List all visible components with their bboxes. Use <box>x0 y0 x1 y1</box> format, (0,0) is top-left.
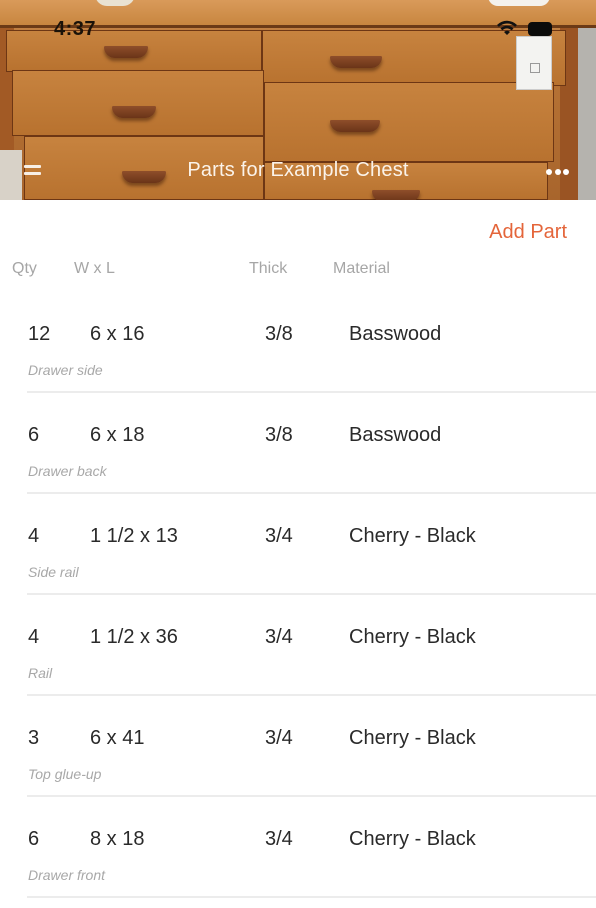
thickness-cell: 3/8 <box>265 424 293 446</box>
column-header-qty: Qty <box>12 260 37 277</box>
qty-cell: 6 <box>28 828 40 850</box>
qty-cell: 4 <box>28 525 40 547</box>
drawer-handle <box>372 190 420 200</box>
status-time: 4:37 <box>54 18 97 40</box>
part-note: Drawer back <box>28 463 107 479</box>
material-cell: Basswood <box>349 424 442 446</box>
thickness-cell: 3/4 <box>265 525 293 547</box>
material-cell: Cherry - Black <box>349 626 476 648</box>
part-note: Rail <box>28 665 53 681</box>
add-part-button[interactable]: Add Part <box>489 221 567 244</box>
drawer-handle <box>330 120 380 132</box>
part-note: Drawer front <box>28 867 106 883</box>
thickness-cell: 3/4 <box>265 828 293 850</box>
drawer <box>12 70 264 136</box>
thickness-cell: 3/4 <box>265 626 293 648</box>
qty-cell: 12 <box>28 323 51 345</box>
price-tag <box>516 36 552 90</box>
table-row[interactable]: 4 1 1/2 x 36 3/4 Cherry - Black Rail <box>27 595 596 696</box>
more-icon[interactable] <box>546 163 576 179</box>
column-header-wl: W x L <box>74 260 115 277</box>
drawer <box>264 82 554 162</box>
dimensions-cell: 1 1/2 x 36 <box>90 626 178 648</box>
material-cell: Cherry - Black <box>349 525 476 547</box>
qty-cell: 6 <box>28 424 40 446</box>
table-row[interactable]: 3 6 x 41 3/4 Cherry - Black Top glue-up <box>27 696 596 797</box>
dimensions-cell: 6 x 41 <box>90 727 145 749</box>
drawer-handle <box>104 46 148 58</box>
thickness-cell: 3/4 <box>265 727 293 749</box>
column-header-material: Material <box>333 260 390 277</box>
dimensions-cell: 1 1/2 x 13 <box>90 525 178 547</box>
column-header-thick: Thick <box>249 260 288 277</box>
table-row[interactable]: 6 8 x 18 3/4 Cherry - Black Drawer front <box>27 797 596 898</box>
wifi-icon <box>497 20 517 35</box>
lamp-decoration <box>488 0 550 6</box>
dimensions-cell: 6 x 18 <box>90 424 145 446</box>
part-note: Drawer side <box>28 362 103 378</box>
table-row[interactable]: 6 6 x 18 3/8 Basswood Drawer back <box>27 393 596 494</box>
drawer-handle <box>330 56 382 68</box>
qty-cell: 4 <box>28 626 40 648</box>
table-row[interactable]: 12 6 x 16 3/8 Basswood Drawer side <box>27 292 596 393</box>
parts-list: 12 6 x 16 3/8 Basswood Drawer side 6 6 x… <box>0 292 596 898</box>
dimensions-cell: 6 x 16 <box>90 323 145 345</box>
battery-icon <box>528 22 552 36</box>
page-title: Parts for Example Chest <box>187 159 409 181</box>
material-cell: Cherry - Black <box>349 727 476 749</box>
part-note: Top glue-up <box>28 766 102 782</box>
part-note: Side rail <box>28 564 79 580</box>
table-row[interactable]: 4 1 1/2 x 13 3/4 Cherry - Black Side rai… <box>27 494 596 595</box>
qty-cell: 3 <box>28 727 40 749</box>
dimensions-cell: 8 x 18 <box>90 828 145 850</box>
material-cell: Cherry - Black <box>349 828 476 850</box>
drawer-handle <box>112 106 156 118</box>
material-cell: Basswood <box>349 323 442 345</box>
thickness-cell: 3/8 <box>265 323 293 345</box>
